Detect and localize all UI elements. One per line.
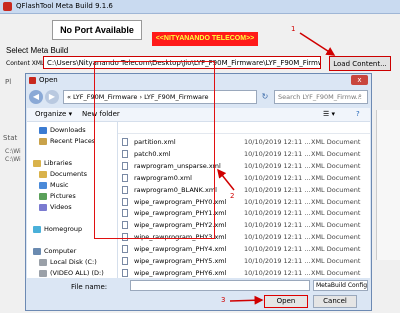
file-date: 10/10/2019 12:11 ... [244, 138, 311, 146]
nav-item-homegroup[interactable]: Homegroup [33, 223, 82, 235]
file-type: XML Document [311, 245, 361, 254]
file-name: wipe_rawprogram_PHY6.xml [134, 268, 227, 277]
file-date: 10/10/2019 12:11 ... [244, 257, 311, 265]
nav-item-videos[interactable]: Videos [39, 201, 72, 213]
recent-places-icon [39, 137, 47, 145]
computer-icon [33, 247, 41, 255]
file-row[interactable]: wipe_rawprogram_PHY6.xml 10/10/2019 12:11… [122, 267, 368, 278]
file-date: 10/10/2019 12:11 ... [244, 245, 311, 254]
dialog-bottom-bar: File name: MetaBuild Configuration (cont… [27, 280, 370, 310]
libraries-icon [33, 159, 41, 167]
help-icon[interactable]: ? [356, 110, 360, 118]
file-name-input[interactable] [130, 280, 310, 291]
search-icon[interactable]: ⌕ [358, 92, 362, 101]
nav-item-label: Homegroup [44, 225, 83, 233]
search-input[interactable]: Search LYF_F90M_Firmw... [274, 90, 368, 104]
drive-icon [39, 269, 47, 277]
nav-item-label: Documents [50, 170, 88, 178]
nav-item-label: Music [50, 181, 69, 189]
forward-arrow-icon[interactable]: ▶ [45, 90, 59, 104]
cancel-button[interactable]: Cancel [313, 295, 357, 308]
refresh-icon[interactable]: ↻ [259, 90, 271, 104]
file-type: XML Document [311, 257, 361, 265]
nav-item-label: Libraries [44, 159, 73, 167]
nav-item-label: (VIDEO ALL) (D:) [50, 269, 104, 277]
file-type: XML Document [311, 209, 361, 218]
pictures-icon [39, 192, 47, 200]
nav-item-label: Videos [50, 203, 72, 211]
file-date: 10/10/2019 12:11 ... [244, 149, 311, 158]
file-type: XML Document [311, 185, 361, 194]
videos-icon [39, 203, 47, 211]
annotation-step-2: 2 [230, 192, 235, 200]
nav-item-label: Recent Places [50, 137, 96, 145]
file-date: 10/10/2019 12:11 ... [244, 161, 311, 170]
nav-item-label: Computer [44, 247, 77, 255]
xml-file-icon [122, 268, 128, 277]
file-date: 10/10/2019 12:11 ... [244, 268, 311, 277]
file-date: 10/10/2019 12:11 ... [244, 209, 311, 218]
open-button[interactable]: Open [264, 295, 308, 308]
file-row[interactable]: wipe_rawprogram_PHY5.xml 10/10/2019 12:11… [122, 255, 368, 267]
file-name: wipe_rawprogram_PHY4.xml [134, 245, 227, 254]
xml-file-icon [122, 257, 128, 265]
homegroup-icon [33, 225, 41, 233]
file-name-label: File name: [71, 283, 108, 291]
file-name: wipe_rawprogram_PHY5.xml [134, 257, 227, 265]
xml-file-icon [122, 245, 128, 254]
dialog-title: Open [39, 76, 58, 84]
file-date: 10/10/2019 12:11 ... [244, 173, 311, 182]
nav-item-label: Local Disk (C:) [50, 258, 97, 266]
file-type: XML Document [311, 221, 361, 230]
file-type: XML Document [311, 268, 361, 277]
file-date: 10/10/2019 12:11 ... [244, 197, 311, 206]
file-date: 10/10/2019 12:11 ... [244, 221, 311, 230]
music-icon [39, 181, 47, 189]
file-date: 10/10/2019 12:11 ... [244, 233, 311, 242]
close-icon[interactable]: x [351, 75, 368, 85]
downloads-icon [39, 126, 47, 134]
arrow-to-load-content [299, 32, 336, 56]
nav-item-label: Pictures [50, 192, 76, 200]
local-disk-icon [39, 258, 47, 266]
nav-item-video-all-d[interactable]: (VIDEO ALL) (D:) [39, 267, 104, 278]
documents-icon [39, 170, 47, 178]
nav-item-recent-places[interactable]: Recent Places [39, 135, 95, 147]
views-icon[interactable]: ☰ ▾ [323, 110, 335, 118]
dialog-app-icon [29, 77, 36, 84]
file-date: 10/10/2019 12:11 ... [244, 185, 311, 194]
file-type: XML Document [311, 138, 361, 146]
file-type: XML Document [311, 197, 361, 206]
back-arrow-icon[interactable]: ◀ [29, 90, 43, 104]
file-list-highlight-box [94, 61, 215, 239]
file-type: XML Document [311, 173, 361, 182]
organize-menu[interactable]: Organize ▾ [35, 110, 72, 118]
file-row[interactable]: wipe_rawprogram_PHY4.xml 10/10/2019 12:11… [122, 243, 368, 255]
file-type: XML Document [311, 233, 361, 242]
file-type: XML Document [311, 161, 361, 170]
file-type: XML Document [311, 149, 361, 158]
file-type-filter-select[interactable]: MetaBuild Configuration (conte [313, 280, 368, 291]
annotation-step-3: 3 [221, 296, 226, 304]
nav-item-label: Downloads [50, 126, 86, 134]
